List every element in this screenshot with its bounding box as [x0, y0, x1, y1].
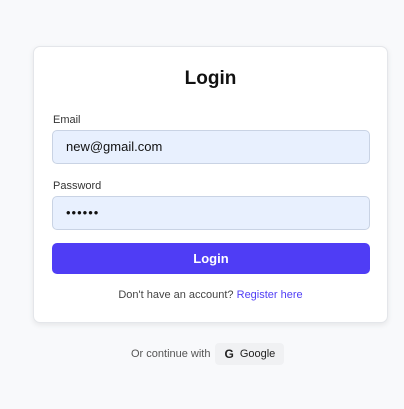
- login-button[interactable]: Login: [52, 243, 370, 274]
- register-prompt-line: Don't have an account? Register here: [34, 289, 387, 301]
- register-prompt-text: Don't have an account?: [118, 289, 234, 301]
- google-login-button[interactable]: G Google: [215, 343, 285, 365]
- password-label: Password: [53, 180, 102, 192]
- login-card: Login Email new@gmail.com Password •••••…: [33, 46, 388, 323]
- google-g-icon: G: [224, 347, 234, 361]
- google-label: Google: [239, 348, 276, 360]
- register-link[interactable]: Register here: [237, 289, 303, 301]
- alternate-login-row: Or continue with G Google: [131, 343, 285, 365]
- login-title: Login: [184, 68, 237, 89]
- email-label: Email: [53, 114, 81, 126]
- continue-with-text: Or continue with: [131, 348, 211, 360]
- email-field[interactable]: new@gmail.com: [52, 130, 370, 164]
- password-field[interactable]: ••••••: [52, 196, 370, 230]
